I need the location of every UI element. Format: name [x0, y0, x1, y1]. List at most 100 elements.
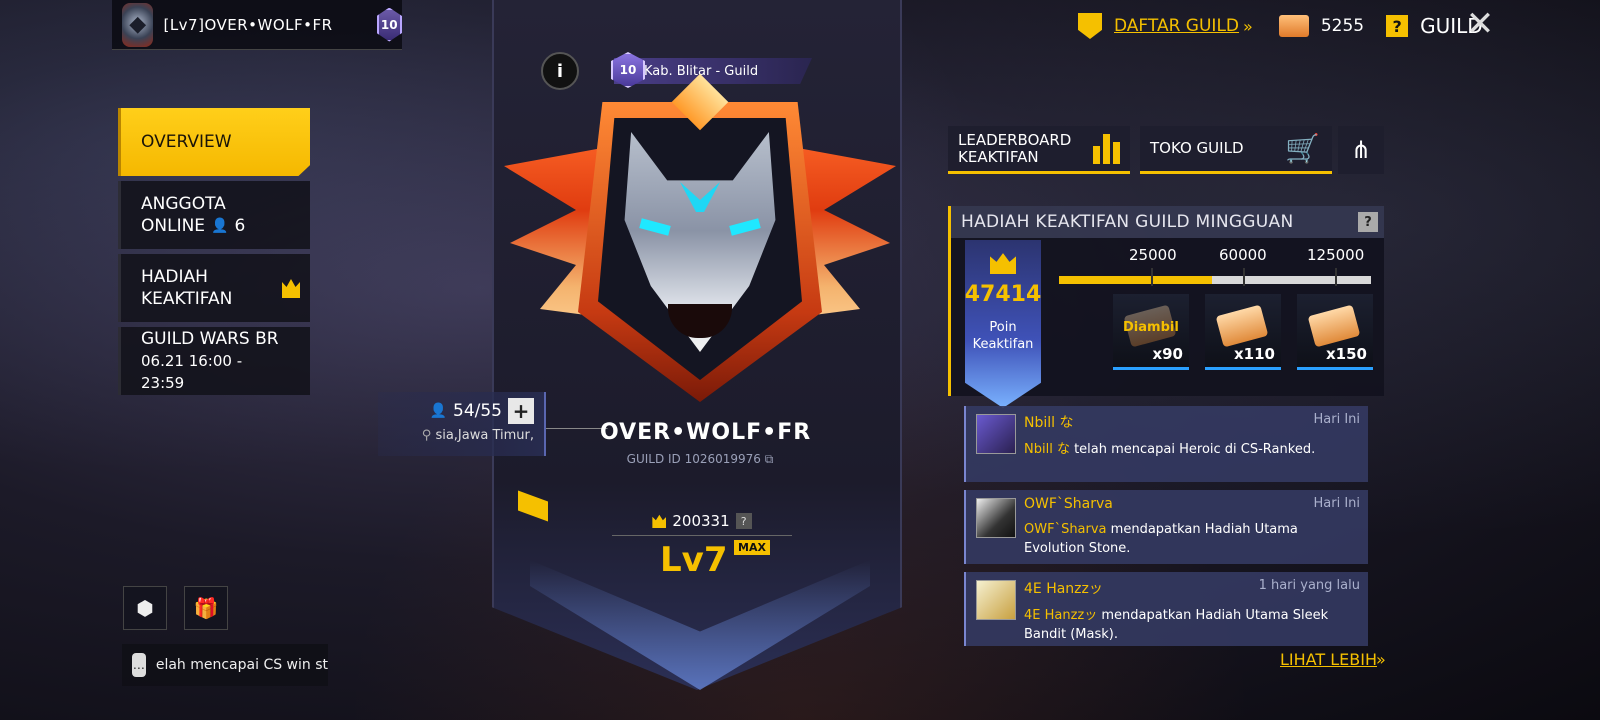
- member-info: 👤 54/55 + ⚲ sia,Jawa Timur,: [378, 392, 546, 456]
- activity-points-label-1: Poin: [989, 320, 1017, 335]
- reward-qty-3: x150: [1326, 345, 1367, 363]
- reward-claimed-label: Diambil: [1123, 320, 1179, 335]
- feed-body-text: telah mencapai Heroic di CS-Ranked.: [1069, 442, 1316, 457]
- feed-body-name: 4E Hanzzッ: [1024, 608, 1098, 623]
- nav-reward-label-2: KEAKTIFAN: [141, 289, 233, 309]
- guild-id[interactable]: GUILD ID 1026019976 ⧉: [600, 452, 800, 467]
- avatar: [976, 414, 1016, 454]
- nav-activity-reward[interactable]: HADIAH KEAKTIFAN: [118, 254, 310, 322]
- activity-points-label-2: Keaktifan: [972, 337, 1034, 352]
- reward-progress-fill: [1059, 276, 1212, 284]
- location-pin-icon: ⚲: [421, 428, 432, 443]
- activity-points-box: 47414 Poin Keaktifan: [965, 240, 1041, 408]
- reward-box-3[interactable]: x150: [1297, 294, 1373, 370]
- close-icon: ✕: [1465, 4, 1495, 44]
- reward-qty-2: x110: [1234, 345, 1275, 363]
- activity-points-value: 47414: [964, 282, 1042, 307]
- lihat-lebih-link[interactable]: LIHAT LEBIH: [1280, 650, 1377, 669]
- leaderboard-label-1: LEADERBOARD: [958, 130, 1072, 149]
- reward-qty-1: x90: [1152, 345, 1183, 363]
- nav-online-label-2: ONLINE: [141, 216, 206, 236]
- guild-logo-icon: ◆: [122, 2, 154, 47]
- nav-gw-schedule: 06.21 16:00 - 23:59: [141, 352, 243, 392]
- cart-icon: 🛒: [1285, 132, 1320, 165]
- invite-plus-button[interactable]: +: [508, 398, 534, 424]
- chat-preview: elah mencapai CS win st: [155, 657, 328, 673]
- feed-name: 4E Hanzzッ: [1024, 581, 1103, 597]
- feed-item[interactable]: 4E Hanzzッ 1 hari yang lalu 4E Hanzzッ men…: [964, 572, 1368, 646]
- feed-name: OWF`Sharva: [1024, 496, 1113, 512]
- nav-overview[interactable]: OVERVIEW: [118, 108, 310, 176]
- members-icon: 👤: [429, 403, 447, 419]
- toko-guild-button[interactable]: TOKO GUILD 🛒: [1140, 126, 1332, 174]
- guild-level: Lv7: [660, 540, 728, 580]
- reward-title: HADIAH KEAKTIFAN GUILD MINGGUAN: [951, 206, 1384, 238]
- guild-level-badge: 10: [376, 7, 402, 42]
- milestone-1-tick: [1151, 268, 1153, 286]
- glory-points: 200331 ?: [612, 512, 792, 530]
- guild-help-icon[interactable]: ?: [1386, 15, 1409, 37]
- leaderboard-button[interactable]: LEADERBOARD KEAKTIFAN: [948, 126, 1130, 174]
- nav-overview-label: OVERVIEW: [141, 132, 232, 152]
- feed-body: 4E Hanzzッ mendapatkan Hadiah Utama Sleek…: [1024, 606, 1360, 644]
- feed-time: Hari Ini: [1313, 496, 1360, 511]
- leaderboard-label-2: KEAKTIFAN: [958, 147, 1039, 166]
- activity-points-label: Poin Keaktifan: [973, 319, 1034, 353]
- chat-icon: …: [132, 653, 146, 677]
- guild-header-name: [Lv7]OVER•WOLF•FR: [163, 15, 333, 34]
- nav-online-count: 6: [234, 216, 246, 236]
- avatar: [976, 580, 1016, 620]
- feed-item[interactable]: Nbill な Hari Ini Nbill な telah mencapai …: [964, 406, 1368, 482]
- milestone-3-label: 125000: [1307, 246, 1365, 264]
- daftar-guild-link[interactable]: DAFTAR GUILD: [1114, 16, 1239, 36]
- guild-list-shield-icon: [1078, 13, 1102, 39]
- glory-help-icon[interactable]: ?: [735, 513, 752, 529]
- close-button[interactable]: ✕: [1456, 4, 1504, 44]
- guild-coins: 5255: [1320, 16, 1365, 36]
- feed-time: Hari Ini: [1313, 412, 1360, 427]
- bar-chart-icon: [1093, 133, 1120, 164]
- nav-reward-label-1: HADIAH: [141, 267, 208, 287]
- top-right-bar: DAFTAR GUILD » 5255 ? GUILD: [1078, 8, 1483, 44]
- left-nav: OVERVIEW ANGGOTA ONLINE 👤 6 HADIAH KEAKT…: [118, 108, 314, 400]
- avatar: [976, 498, 1016, 538]
- reward-help-icon[interactable]: ?: [1358, 212, 1378, 232]
- share-icon: ⋔: [1350, 136, 1372, 164]
- reward-box-1[interactable]: Diambil x90: [1113, 294, 1189, 370]
- guild-coin-icon: [1278, 15, 1309, 37]
- milestone-1-label: 25000: [1129, 246, 1177, 264]
- milestone-3-tick: [1335, 268, 1337, 286]
- nav-online-members[interactable]: ANGGOTA ONLINE 👤 6: [118, 181, 310, 249]
- info-icon: i: [556, 60, 564, 82]
- member-count: 54/55: [453, 401, 502, 421]
- milestone-2-tick: [1243, 268, 1245, 286]
- ticket-icon: [1215, 304, 1269, 348]
- chat-bar[interactable]: … elah mencapai CS win st: [122, 644, 328, 686]
- reward-progress-bar: [1059, 276, 1371, 284]
- guild-emblem-button[interactable]: ⬢: [123, 586, 167, 630]
- user-icon: 👤: [211, 218, 229, 234]
- share-button[interactable]: ⋔: [1338, 126, 1384, 174]
- guild-name: OVER•WOLF•FR: [600, 420, 812, 445]
- milestone-2-label: 60000: [1219, 246, 1267, 264]
- feed-body: Nbill な telah mencapai Heroic di CS-Rank…: [1024, 440, 1360, 459]
- emblem-icon: ⬢: [136, 596, 154, 620]
- max-badge: MAX: [734, 540, 770, 555]
- divider: [612, 535, 792, 536]
- nav-online-label-1: ANGGOTA: [141, 194, 226, 214]
- nav-guild-wars[interactable]: GUILD WARS BR 06.21 16:00 - 23:59: [118, 327, 310, 395]
- feed-body-name: Nbill な: [1024, 442, 1070, 457]
- gift-button[interactable]: 🎁: [184, 586, 228, 630]
- guild-id-text: GUILD ID 1026019976: [626, 452, 761, 466]
- feed-name: Nbill な: [1024, 415, 1074, 431]
- gift-icon: 🎁: [193, 596, 219, 620]
- weekly-reward-panel: HADIAH KEAKTIFAN GUILD MINGGUAN ? 47414 …: [948, 206, 1384, 408]
- ticket-icon: [1307, 304, 1361, 348]
- copy-icon[interactable]: ⧉: [765, 452, 774, 466]
- guild-header[interactable]: ◆ [Lv7]OVER•WOLF•FR 10: [112, 0, 402, 50]
- reward-box-2[interactable]: x110: [1205, 294, 1281, 370]
- guild-news-feed: Nbill な Hari Ini Nbill な telah mencapai …: [964, 406, 1368, 654]
- double-chevron-right-icon: »: [1243, 16, 1253, 36]
- double-chevron-right-icon: »: [1376, 650, 1386, 669]
- feed-item[interactable]: OWF`Sharva Hari Ini OWF`Sharva mendapatk…: [964, 490, 1368, 564]
